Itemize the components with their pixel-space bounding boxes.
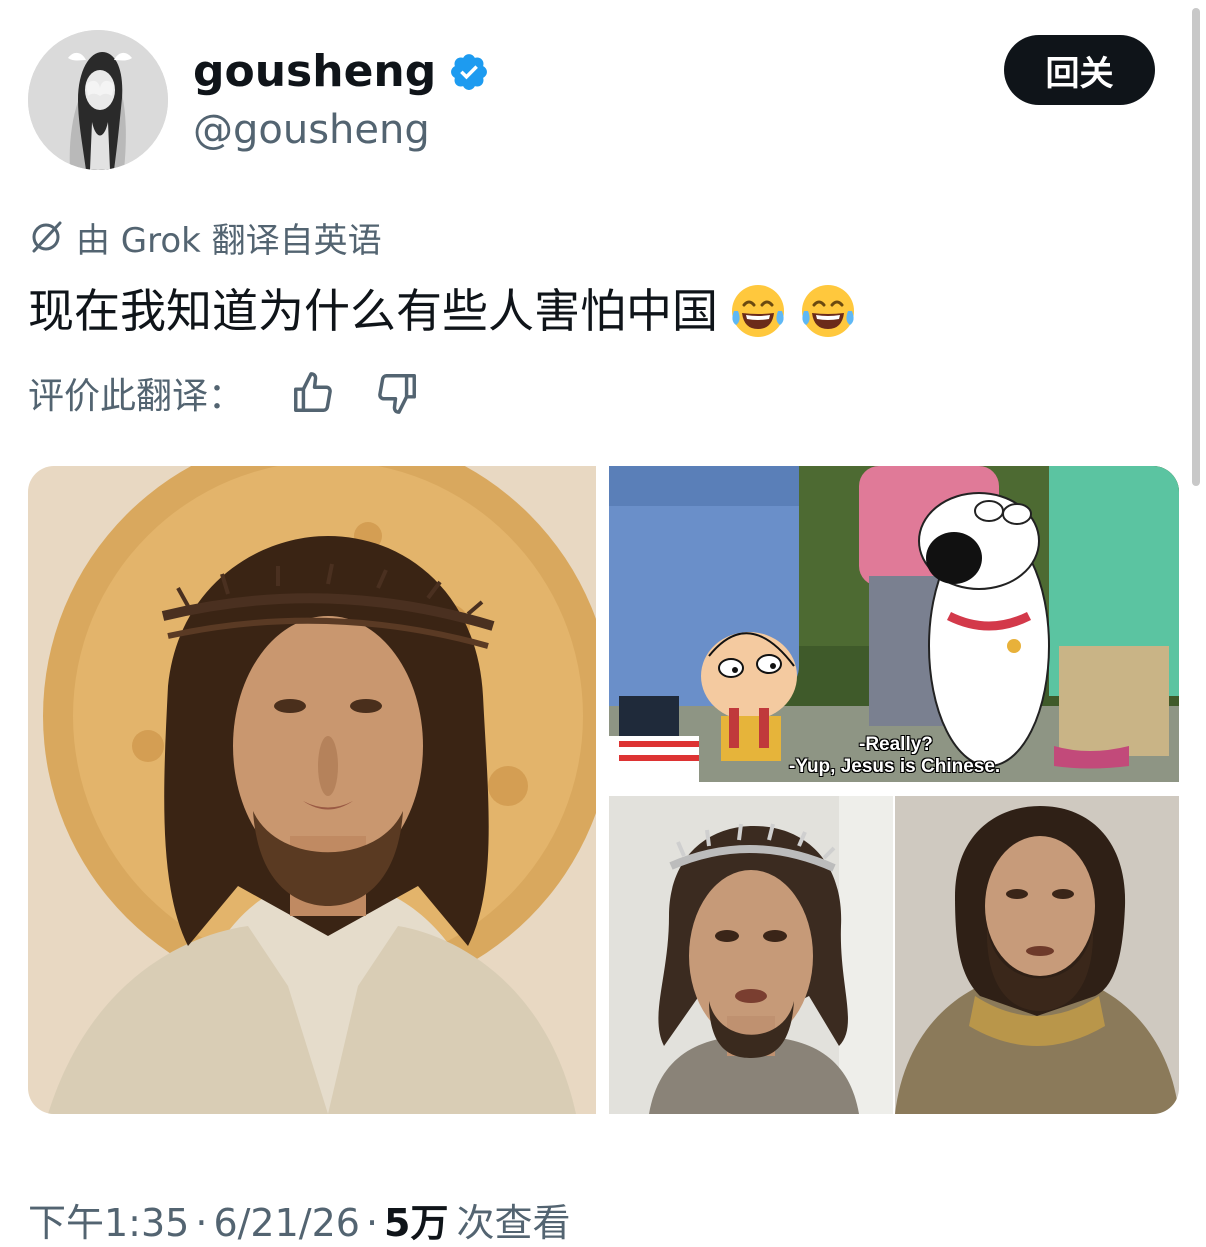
jesus-flatbread-halo-image <box>28 466 596 1114</box>
media-image-3[interactable] <box>609 796 893 1114</box>
meta-separator: · <box>195 1201 208 1245</box>
media-grid: -Really? -Yup, Jesus is Chinese. <box>28 466 1179 1114</box>
views-count: 5万 <box>384 1201 449 1245</box>
display-name[interactable]: gousheng <box>193 44 490 100</box>
face-with-tears-of-joy-icon <box>732 285 784 337</box>
media-image-2[interactable]: -Really? -Yup, Jesus is Chinese. <box>609 466 1179 782</box>
verified-badge-icon <box>451 54 488 90</box>
rate-translation: 评价此翻译： <box>28 368 420 418</box>
meta-separator: · <box>365 1201 379 1245</box>
bearded-man-image <box>895 796 1179 1114</box>
tweet-text: 现在我知道为什么有些人害怕中国 <box>28 280 858 342</box>
scrollbar[interactable] <box>1192 8 1200 486</box>
grok-icon <box>32 221 62 253</box>
tweet-meta: 下午1:35 · 6/21/26 · 5万 次查看 <box>28 1192 571 1247</box>
avatar[interactable] <box>28 30 168 170</box>
media-image-4[interactable] <box>895 796 1179 1114</box>
follow-back-button[interactable]: 回关 <box>1004 35 1155 105</box>
thumbs-down-icon[interactable] <box>374 370 420 416</box>
translation-note-text: 由 Grok 翻译自英语 <box>76 220 382 261</box>
subtitle-line-2: -Yup, Jesus is Chinese. <box>789 756 1001 777</box>
tweet-date[interactable]: 6/21/26 <box>213 1201 360 1245</box>
rate-translation-label: 评价此翻译： <box>28 376 245 417</box>
media-image-1[interactable] <box>28 466 596 1114</box>
face-with-tears-of-joy-icon <box>802 285 854 337</box>
man-with-crown-image <box>609 796 893 1114</box>
translation-note[interactable]: 由 Grok 翻译自英语 <box>28 214 382 261</box>
tweet-text-body: 现在我知道为什么有些人害怕中国 <box>28 284 718 338</box>
subtitle-line-1: -Really? <box>859 734 933 755</box>
user-handle[interactable]: @gousheng <box>193 104 430 156</box>
views-label: 次查看 <box>456 1201 571 1245</box>
thumbs-up-icon[interactable] <box>290 370 336 416</box>
avatar-image <box>28 30 168 170</box>
tweet-time[interactable]: 下午1:35 <box>28 1192 189 1247</box>
display-name-text[interactable]: gousheng <box>193 44 436 100</box>
